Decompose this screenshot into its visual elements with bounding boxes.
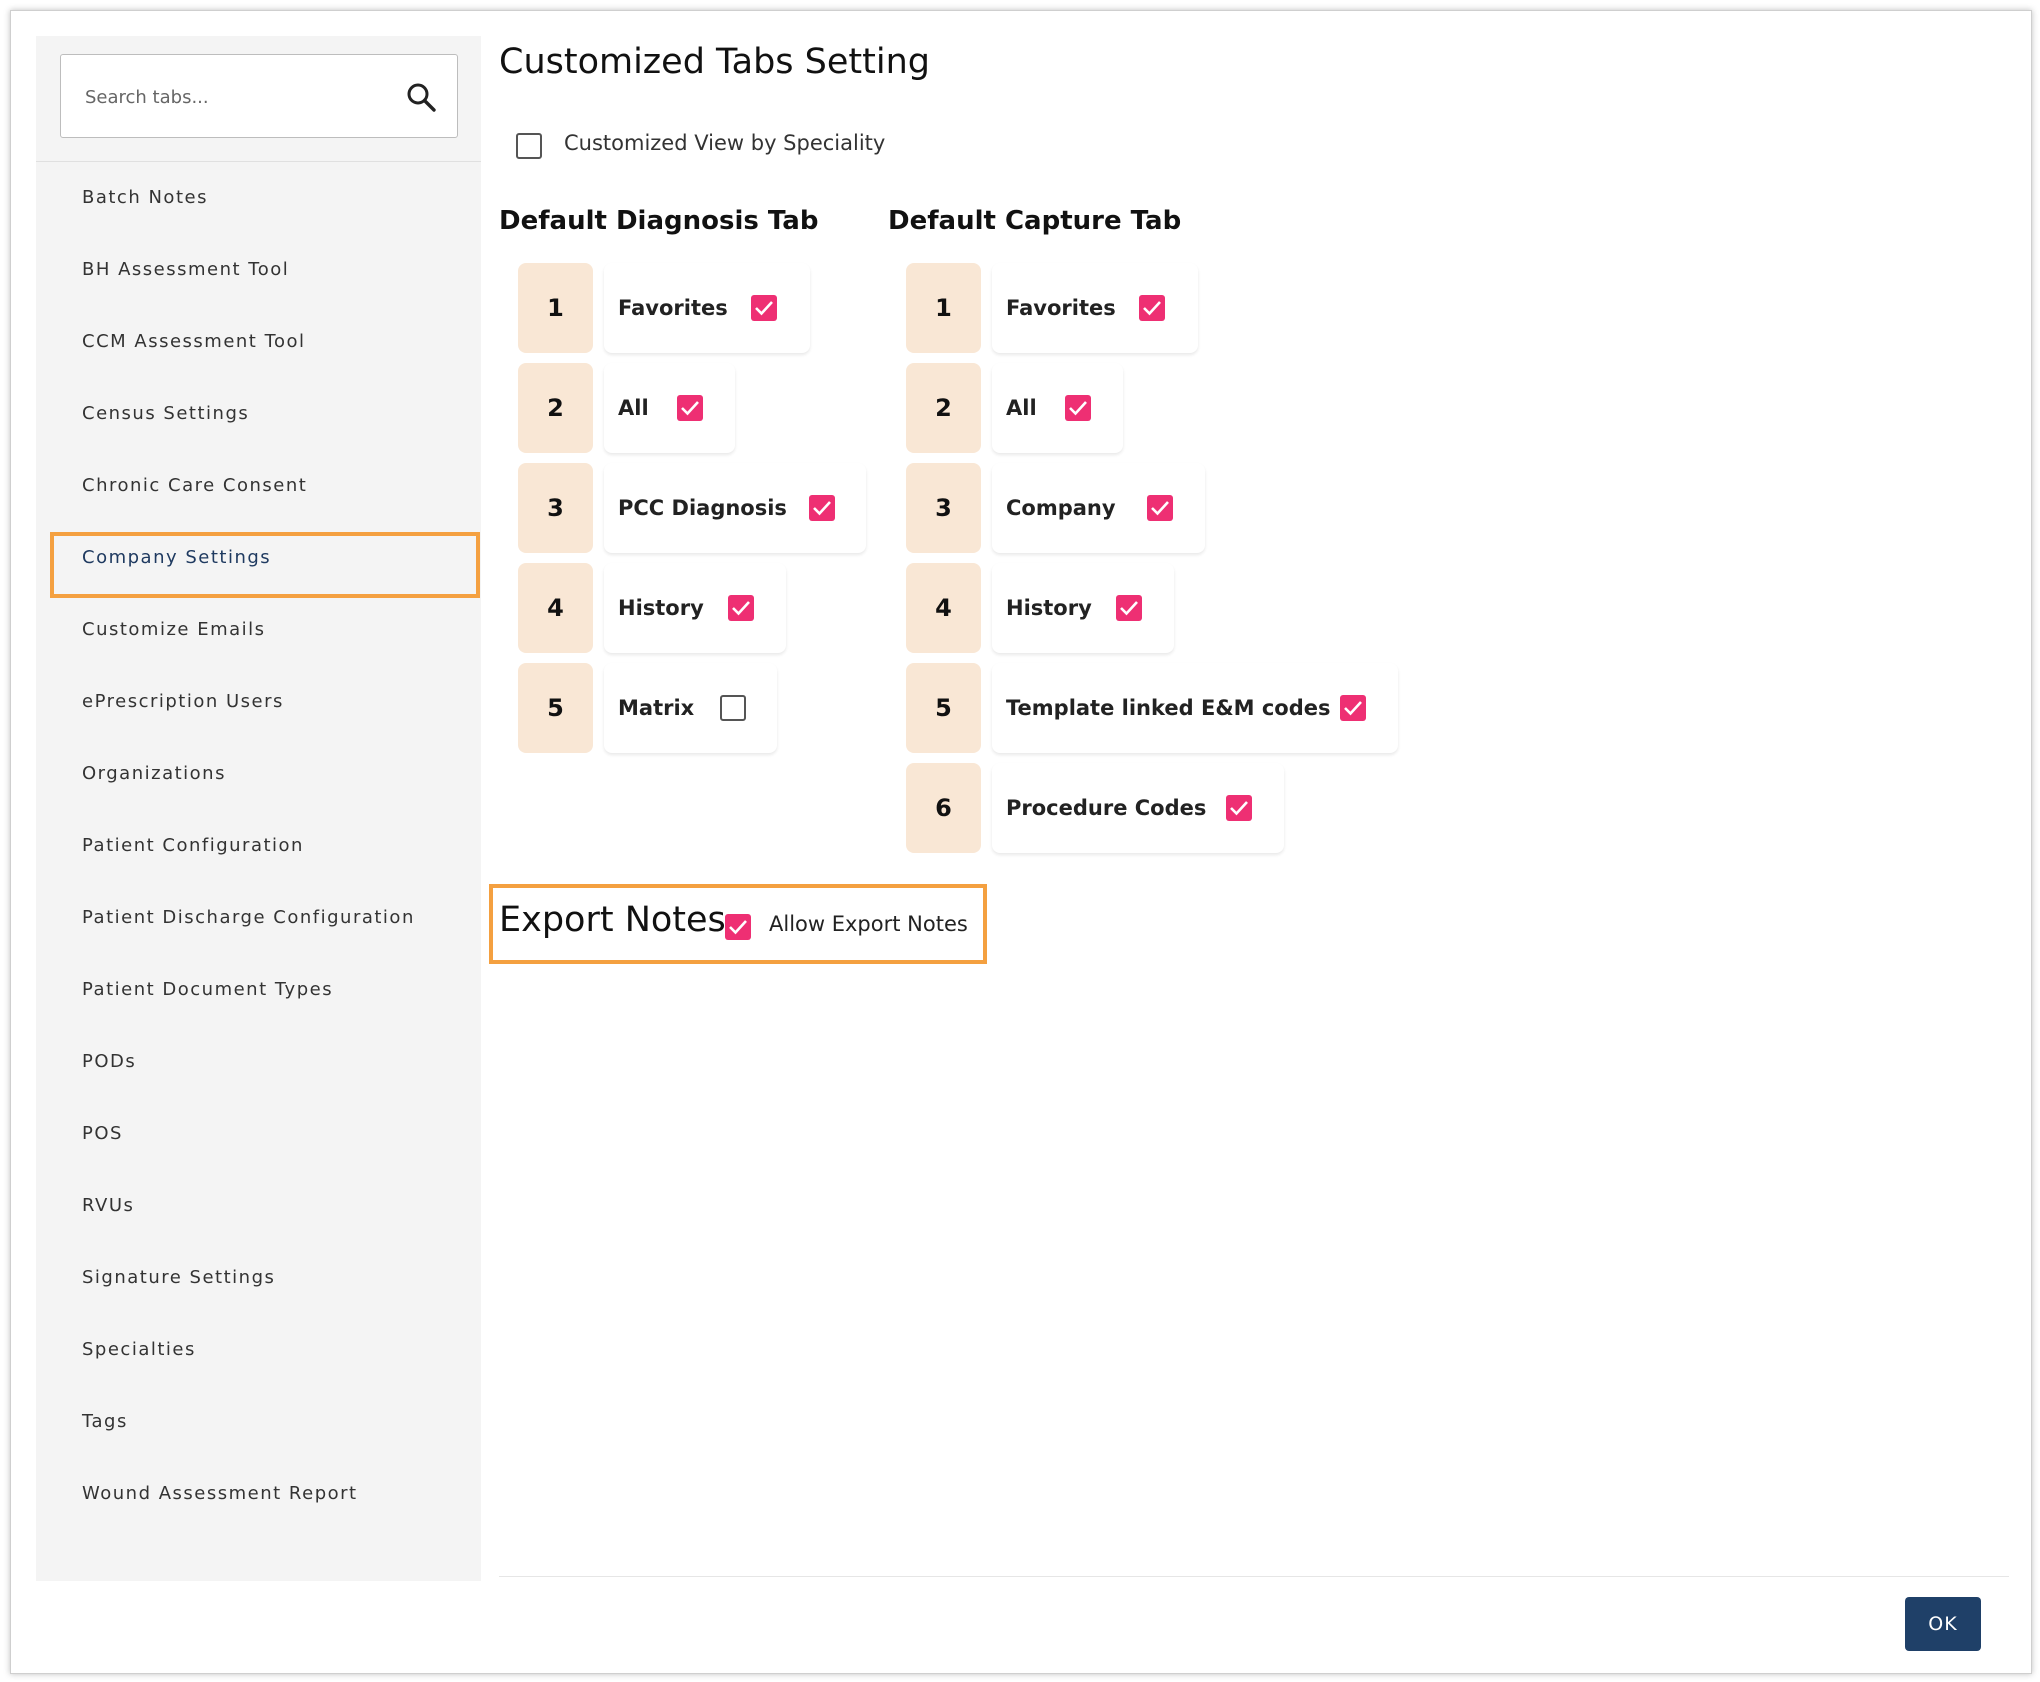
tab-enabled-checkbox[interactable] bbox=[1139, 295, 1165, 321]
tab-enabled-checkbox[interactable] bbox=[1065, 395, 1091, 421]
sidebar-item-specialties[interactable]: Specialties bbox=[36, 1314, 481, 1386]
tab-label: All bbox=[1006, 396, 1037, 420]
page-title: Customized Tabs Setting bbox=[499, 42, 930, 82]
tab-label: Company bbox=[1006, 496, 1116, 520]
sidebar-item-ccm-assessment-tool[interactable]: CCM Assessment Tool bbox=[36, 306, 481, 378]
tab-order-number: 2 bbox=[906, 363, 981, 453]
tab-card[interactable]: History bbox=[604, 563, 786, 653]
search-box[interactable] bbox=[60, 54, 458, 138]
tab-order-number: 3 bbox=[518, 463, 593, 553]
sidebar-item-signature-settings[interactable]: Signature Settings bbox=[36, 1242, 481, 1314]
sidebar-item-tags[interactable]: Tags bbox=[36, 1386, 481, 1458]
tab-card[interactable]: Matrix bbox=[604, 663, 777, 753]
customized-view-checkbox[interactable] bbox=[516, 133, 542, 159]
export-notes-section: Export Notes Allow Export Notes bbox=[489, 884, 987, 964]
sidebar-item-company-settings[interactable]: Company Settings bbox=[36, 522, 481, 594]
tab-order-number: 4 bbox=[906, 563, 981, 653]
sidebar-item-pos[interactable]: POS bbox=[36, 1098, 481, 1170]
tab-label: Favorites bbox=[1006, 296, 1116, 320]
sidebar-item-batch-notes[interactable]: Batch Notes bbox=[36, 162, 481, 234]
tab-enabled-checkbox[interactable] bbox=[1340, 695, 1366, 721]
tab-card[interactable]: PCC Diagnosis bbox=[604, 463, 866, 553]
tab-card[interactable]: Company bbox=[992, 463, 1205, 553]
tab-order-number: 2 bbox=[518, 363, 593, 453]
ok-button[interactable]: OK bbox=[1905, 1597, 1981, 1651]
sidebar-item-pods[interactable]: PODs bbox=[36, 1026, 481, 1098]
tab-label: Favorites bbox=[618, 296, 728, 320]
sidebar-item-census-settings[interactable]: Census Settings bbox=[36, 378, 481, 450]
diagnosis-tab-heading: Default Diagnosis Tab bbox=[499, 206, 819, 236]
tab-order-number: 1 bbox=[906, 263, 981, 353]
sidebar-item-rvus[interactable]: RVUs bbox=[36, 1170, 481, 1242]
main-panel: Customized Tabs Setting Customized View … bbox=[489, 36, 2011, 1581]
tab-label: PCC Diagnosis bbox=[618, 496, 787, 520]
capture-tab-heading: Default Capture Tab bbox=[888, 206, 1182, 236]
tab-card[interactable]: Favorites bbox=[992, 263, 1198, 353]
tab-label: Matrix bbox=[618, 696, 695, 720]
tabs-settings-dialog: Batch Notes BH Assessment Tool CCM Asses… bbox=[10, 10, 2032, 1674]
tab-enabled-checkbox[interactable] bbox=[809, 495, 835, 521]
tab-card[interactable]: All bbox=[992, 363, 1123, 453]
tab-order-number: 3 bbox=[906, 463, 981, 553]
tab-label: Procedure Codes bbox=[1006, 796, 1207, 820]
tab-enabled-checkbox[interactable] bbox=[1147, 495, 1173, 521]
tab-order-number: 5 bbox=[518, 663, 593, 753]
tab-enabled-checkbox[interactable] bbox=[1226, 795, 1252, 821]
tab-label: All bbox=[618, 396, 649, 420]
tab-enabled-checkbox[interactable] bbox=[1116, 595, 1142, 621]
sidebar-item-bh-assessment-tool[interactable]: BH Assessment Tool bbox=[36, 234, 481, 306]
tab-enabled-checkbox[interactable] bbox=[720, 695, 746, 721]
tab-card[interactable]: Template linked E&M codes bbox=[992, 663, 1398, 753]
export-notes-title: Export Notes bbox=[499, 900, 726, 940]
tab-label: History bbox=[1006, 596, 1092, 620]
sidebar-item-customize-emails[interactable]: Customize Emails bbox=[36, 594, 481, 666]
tab-order-number: 1 bbox=[518, 263, 593, 353]
tab-label: Template linked E&M codes bbox=[1006, 696, 1331, 720]
search-icon[interactable] bbox=[405, 81, 437, 113]
tab-card[interactable]: Procedure Codes bbox=[992, 763, 1284, 853]
search-input[interactable] bbox=[83, 79, 387, 115]
sidebar-item-patient-document-types[interactable]: Patient Document Types bbox=[36, 954, 481, 1026]
tab-order-number: 4 bbox=[518, 563, 593, 653]
sidebar-item-patient-discharge-configuration[interactable]: Patient Discharge Configuration bbox=[36, 882, 481, 954]
tab-order-number: 5 bbox=[906, 663, 981, 753]
tab-card[interactable]: Favorites bbox=[604, 263, 810, 353]
sidebar: Batch Notes BH Assessment Tool CCM Asses… bbox=[36, 36, 481, 1581]
sidebar-item-organizations[interactable]: Organizations bbox=[36, 738, 481, 810]
sidebar-item-wound-assessment-report[interactable]: Wound Assessment Report bbox=[36, 1458, 481, 1530]
customized-view-label: Customized View by Speciality bbox=[564, 131, 886, 155]
content-divider bbox=[499, 1576, 2009, 1577]
tab-enabled-checkbox[interactable] bbox=[677, 395, 703, 421]
sidebar-item-patient-configuration[interactable]: Patient Configuration bbox=[36, 810, 481, 882]
tab-enabled-checkbox[interactable] bbox=[728, 595, 754, 621]
tab-label: History bbox=[618, 596, 704, 620]
sidebar-item-eprescription-users[interactable]: ePrescription Users bbox=[36, 666, 481, 738]
tab-card[interactable]: All bbox=[604, 363, 735, 453]
tab-enabled-checkbox[interactable] bbox=[751, 295, 777, 321]
sidebar-nav: Batch Notes BH Assessment Tool CCM Asses… bbox=[36, 162, 481, 1530]
tab-order-number: 6 bbox=[906, 763, 981, 853]
allow-export-notes-label: Allow Export Notes bbox=[769, 912, 968, 936]
tab-card[interactable]: History bbox=[992, 563, 1174, 653]
sidebar-item-chronic-care-consent[interactable]: Chronic Care Consent bbox=[36, 450, 481, 522]
allow-export-notes-checkbox[interactable] bbox=[725, 914, 751, 940]
